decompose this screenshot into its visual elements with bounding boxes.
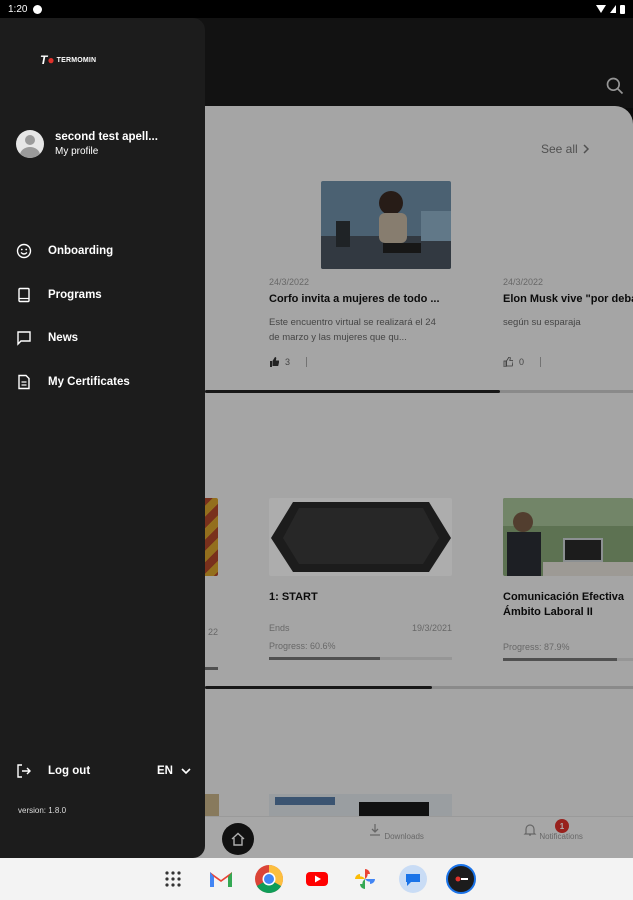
document-icon bbox=[18, 374, 30, 389]
signal-icon bbox=[610, 5, 616, 13]
photos-icon[interactable] bbox=[350, 864, 380, 894]
profile-link[interactable]: second test apell... My profile bbox=[16, 130, 158, 158]
screen: 1:20 See all v... bbox=[0, 0, 633, 900]
menu-item-onboarding[interactable]: Onboarding bbox=[16, 240, 130, 262]
profile-subtitle: My profile bbox=[55, 146, 99, 157]
messages-icon[interactable] bbox=[398, 864, 428, 894]
app-drawer-icon[interactable] bbox=[158, 864, 188, 894]
app-version: version: 1.8.0 bbox=[18, 806, 67, 815]
menu-label: Programs bbox=[48, 288, 102, 301]
navigation-drawer: T● TERMOMIN second test apell... My prof… bbox=[0, 18, 205, 858]
avatar bbox=[16, 130, 44, 158]
language-value: EN bbox=[157, 765, 173, 777]
logo-text: TERMOMIN bbox=[56, 56, 97, 64]
termomin-app-icon[interactable] bbox=[445, 864, 476, 894]
logout-icon[interactable] bbox=[16, 763, 32, 779]
language-selector[interactable]: EN bbox=[157, 765, 191, 777]
chat-icon bbox=[17, 331, 31, 346]
status-bar: 1:20 bbox=[0, 0, 633, 18]
menu-item-news[interactable]: News bbox=[16, 327, 130, 349]
menu-item-my-certificates[interactable]: My Certificates bbox=[16, 371, 130, 393]
app-logo: T● TERMOMIN bbox=[40, 53, 96, 67]
smile-icon bbox=[16, 243, 32, 259]
system-dock bbox=[0, 858, 633, 900]
menu-item-programs[interactable]: Programs bbox=[16, 284, 130, 306]
battery-icon bbox=[620, 4, 625, 14]
face-icon bbox=[33, 4, 43, 14]
logo-mark: T● bbox=[40, 53, 55, 67]
status-time: 1:20 bbox=[8, 3, 28, 15]
menu-label: My Certificates bbox=[48, 375, 130, 388]
chevron-down-icon bbox=[181, 768, 191, 775]
menu-label: Onboarding bbox=[48, 245, 114, 257]
youtube-icon[interactable] bbox=[302, 864, 332, 894]
logout-row: Log out EN bbox=[16, 763, 191, 779]
logout-button[interactable]: Log out bbox=[48, 765, 90, 777]
wifi-icon bbox=[596, 5, 606, 13]
book-icon bbox=[18, 287, 30, 302]
drawer-menu: Onboarding Programs News My Certificates bbox=[16, 240, 130, 414]
chrome-icon[interactable] bbox=[254, 864, 284, 894]
gmail-icon[interactable] bbox=[206, 864, 236, 894]
profile-name: second test apell... bbox=[55, 131, 158, 143]
menu-label: News bbox=[48, 332, 79, 344]
